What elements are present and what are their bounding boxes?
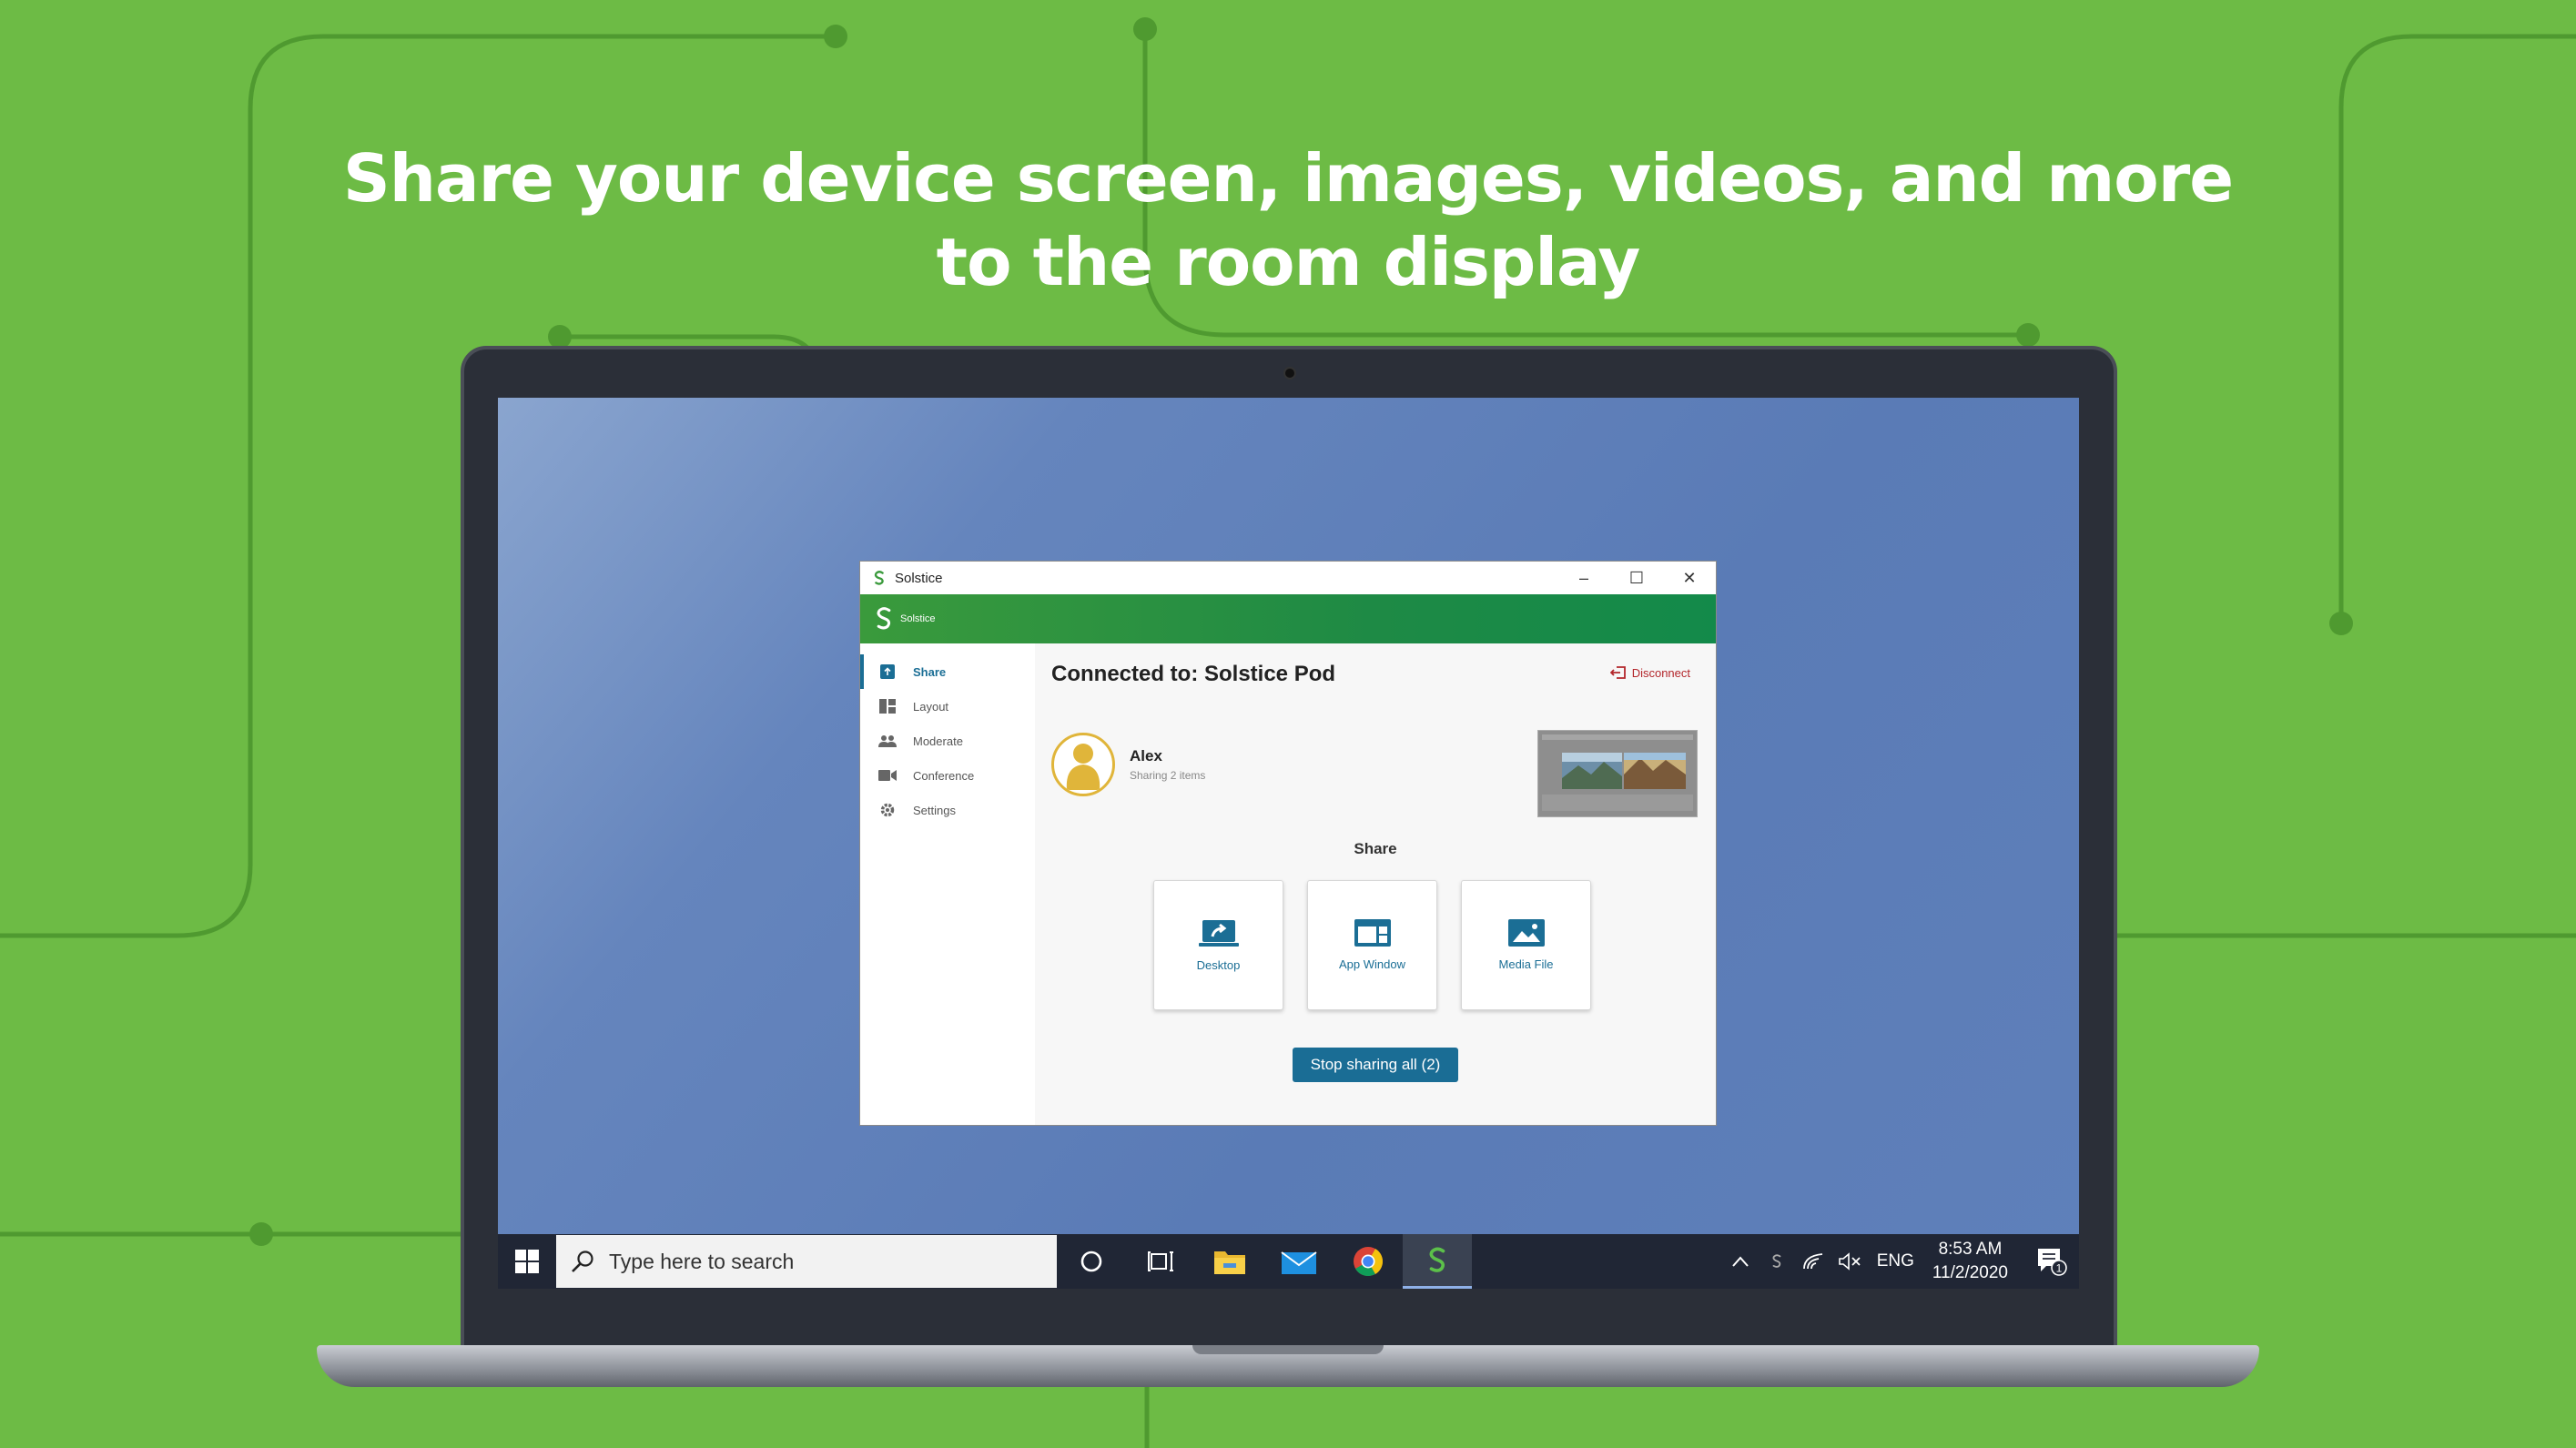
task-view-button[interactable] [1126, 1234, 1195, 1289]
minimize-button[interactable]: – [1557, 562, 1610, 594]
shared-images-preview [1538, 731, 1697, 816]
solstice-taskbar-button[interactable] [1403, 1234, 1472, 1289]
connected-title: Connected to: Solstice Pod [1051, 662, 1336, 686]
share-option-label: App Window [1339, 957, 1405, 971]
window-body: Share Layout Moderate Conference Setting… [860, 643, 1716, 1125]
brand-name: Solstice [900, 613, 936, 624]
window-title: Solstice [895, 570, 943, 586]
headline-line-2: to the room display [936, 224, 1641, 300]
notification-icon: 1 [2038, 1249, 2067, 1276]
taskbar-search-box[interactable]: Type here to search [556, 1235, 1057, 1288]
main-panel: Connected to: Solstice Pod Disconnect Al… [1035, 643, 1716, 1125]
video-camera-icon [878, 766, 897, 785]
solstice-logo-icon [877, 607, 891, 630]
volume-button[interactable] [1831, 1252, 1868, 1271]
share-option-label: Desktop [1196, 958, 1241, 972]
headline-line-1: Share your device screen, images, videos… [342, 140, 2234, 217]
action-center-button[interactable]: 1 [2024, 1234, 2079, 1289]
people-icon [878, 732, 897, 750]
close-button[interactable]: ✕ [1663, 562, 1716, 594]
sidebar: Share Layout Moderate Conference Setting… [860, 643, 1035, 1125]
chevron-up-icon [1731, 1256, 1749, 1267]
notification-count: 1 [2056, 1262, 2063, 1275]
system-tray: ENG 8:53 AM 11/2/2020 1 [1722, 1234, 2079, 1289]
cortana-button[interactable] [1057, 1234, 1126, 1289]
cortana-icon [1080, 1251, 1102, 1272]
clock-date: 11/2/2020 [1932, 1263, 2008, 1282]
share-options: Desktop App Window Media File [1153, 880, 1591, 1010]
windows-logo-icon [515, 1250, 539, 1273]
solstice-app-icon [874, 571, 884, 585]
share-upload-icon [878, 663, 897, 681]
brand-bar: Solstice [860, 594, 1716, 643]
maximize-button[interactable]: ☐ [1610, 562, 1663, 594]
task-view-icon [1148, 1251, 1173, 1271]
file-explorer-button[interactable] [1195, 1234, 1264, 1289]
sidebar-item-moderate[interactable]: Moderate [860, 724, 1035, 758]
mail-button[interactable] [1264, 1234, 1334, 1289]
network-button[interactable] [1795, 1252, 1831, 1271]
stop-sharing-all-button[interactable]: Stop sharing all (2) [1293, 1048, 1458, 1082]
disconnect-button[interactable]: Disconnect [1609, 665, 1690, 680]
avatar [1051, 733, 1115, 796]
logout-icon [1609, 666, 1626, 679]
mail-icon [1281, 1251, 1317, 1274]
solstice-icon [1429, 1247, 1445, 1272]
user-name: Alex [1130, 747, 1162, 765]
image-icon [1507, 919, 1545, 947]
share-heading: Share [1354, 840, 1397, 857]
wifi-icon [1802, 1253, 1822, 1270]
clock-time: 8:53 AM [1938, 1240, 2003, 1259]
sidebar-item-label: Moderate [913, 734, 963, 748]
sidebar-item-layout[interactable]: Layout [860, 689, 1035, 724]
user-status: Sharing 2 items [1130, 769, 1206, 782]
layout-grid-icon [878, 697, 897, 715]
sidebar-item-settings[interactable]: Settings [860, 793, 1035, 827]
taskbar: Type here to search ENG 8:53 AM 11/2/202… [498, 1234, 2079, 1289]
chrome-button[interactable] [1334, 1234, 1403, 1289]
app-window-icon [1354, 919, 1391, 947]
headline: Share your device screen, images, videos… [0, 137, 2576, 304]
volume-muted-icon [1838, 1252, 1861, 1271]
show-hidden-icons-button[interactable] [1722, 1256, 1759, 1267]
shared-content-thumbnail[interactable] [1537, 730, 1698, 817]
share-media-file-button[interactable]: Media File [1461, 880, 1591, 1010]
search-icon [572, 1251, 593, 1272]
start-button[interactable] [498, 1234, 556, 1289]
gear-icon [878, 801, 897, 819]
user-row: Alex Sharing 2 items [1051, 733, 1205, 796]
sidebar-item-label: Share [913, 664, 947, 679]
file-explorer-icon [1214, 1251, 1245, 1274]
sidebar-item-label: Settings [913, 803, 956, 817]
search-placeholder: Type here to search [609, 1249, 795, 1273]
window-titlebar[interactable]: Solstice – ☐ ✕ [860, 562, 1716, 594]
share-app-window-button[interactable]: App Window [1307, 880, 1437, 1010]
chrome-icon [1354, 1247, 1383, 1277]
sidebar-item-label: Layout [913, 699, 949, 714]
taskbar-clock[interactable]: 8:53 AM 11/2/2020 [1932, 1238, 2008, 1285]
share-option-label: Media File [1498, 957, 1554, 971]
solstice-tray-button[interactable] [1759, 1252, 1795, 1271]
webcam [1283, 367, 1296, 380]
sidebar-item-share[interactable]: Share [860, 654, 1035, 689]
desktop-screen: Solstice – ☐ ✕ Solstice Share Layout Mod… [498, 398, 2079, 1289]
language-indicator[interactable]: ENG [1877, 1251, 1914, 1271]
desktop-share-icon [1198, 920, 1239, 947]
person-avatar-icon [1066, 744, 1100, 790]
laptop-base-notch [1192, 1345, 1384, 1354]
disconnect-label: Disconnect [1631, 665, 1690, 680]
sidebar-item-conference[interactable]: Conference [860, 758, 1035, 793]
solstice-window: Solstice – ☐ ✕ Solstice Share Layout Mod… [859, 561, 1717, 1126]
sidebar-item-label: Conference [913, 768, 975, 783]
solstice-tray-icon [1772, 1254, 1781, 1268]
share-desktop-button[interactable]: Desktop [1153, 880, 1283, 1010]
